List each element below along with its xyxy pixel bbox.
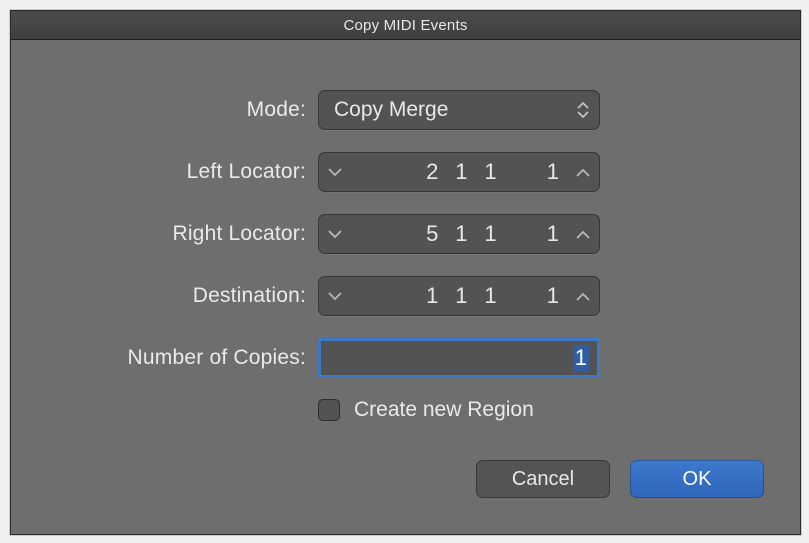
destination-increment[interactable] xyxy=(566,276,600,316)
dialog-content: Mode: Copy Merge Left Locator: 2 1 xyxy=(11,40,800,498)
destination-stepper[interactable]: 1 1 1 1 xyxy=(318,276,600,316)
right-locator-stepper[interactable]: 5 1 1 1 xyxy=(318,214,600,254)
create-new-region-checkbox[interactable] xyxy=(318,399,340,421)
left-locator-decrement[interactable] xyxy=(318,152,352,192)
right-locator-tick: 1 xyxy=(532,221,560,247)
chevron-up-icon xyxy=(576,292,590,301)
ok-button-label: OK xyxy=(683,468,712,491)
titlebar: Copy MIDI Events xyxy=(11,11,800,40)
chevron-down-icon xyxy=(328,168,342,177)
destination-beat: 1 xyxy=(451,283,473,309)
right-locator-bar: 5 xyxy=(422,221,444,247)
row-create-new-region: Create new Region xyxy=(318,398,800,422)
label-destination: Destination: xyxy=(11,284,318,308)
mode-value: Copy Merge xyxy=(334,98,448,122)
button-row: Cancel OK xyxy=(11,460,800,498)
label-number-of-copies: Number of Copies: xyxy=(11,346,318,370)
right-locator-decrement[interactable] xyxy=(318,214,352,254)
left-locator-beat: 1 xyxy=(451,159,473,185)
label-right-locator: Right Locator: xyxy=(11,222,318,246)
destination-value[interactable]: 1 1 1 1 xyxy=(352,283,566,309)
right-locator-value[interactable]: 5 1 1 1 xyxy=(352,221,566,247)
destination-tick: 1 xyxy=(532,283,560,309)
right-locator-increment[interactable] xyxy=(566,214,600,254)
left-locator-bar: 2 xyxy=(422,159,444,185)
chevron-down-icon xyxy=(328,292,342,301)
right-locator-beat: 1 xyxy=(451,221,473,247)
updown-arrows-icon xyxy=(576,100,590,120)
left-locator-stepper[interactable]: 2 1 1 1 xyxy=(318,152,600,192)
create-new-region-label: Create new Region xyxy=(354,398,534,422)
dialog-window: Copy MIDI Events Mode: Copy Merge Left L… xyxy=(10,10,801,535)
row-right-locator: Right Locator: 5 1 1 1 xyxy=(11,214,800,254)
row-left-locator: Left Locator: 2 1 1 1 xyxy=(11,152,800,192)
cancel-button-label: Cancel xyxy=(512,468,574,491)
destination-decrement[interactable] xyxy=(318,276,352,316)
row-destination: Destination: 1 1 1 1 xyxy=(11,276,800,316)
row-mode: Mode: Copy Merge xyxy=(11,90,800,130)
left-locator-division: 1 xyxy=(480,159,502,185)
label-left-locator: Left Locator: xyxy=(11,160,318,184)
chevron-down-icon xyxy=(328,230,342,239)
window-title: Copy MIDI Events xyxy=(343,17,467,34)
destination-bar: 1 xyxy=(422,283,444,309)
left-locator-value[interactable]: 2 1 1 1 xyxy=(352,159,566,185)
left-locator-tick: 1 xyxy=(532,159,560,185)
number-of-copies-value: 1 xyxy=(573,345,589,371)
destination-division: 1 xyxy=(480,283,502,309)
label-mode: Mode: xyxy=(11,98,318,122)
mode-popup[interactable]: Copy Merge xyxy=(318,90,600,130)
cancel-button[interactable]: Cancel xyxy=(476,460,610,498)
chevron-up-icon xyxy=(576,168,590,177)
row-number-of-copies: Number of Copies: 1 xyxy=(11,338,800,378)
chevron-up-icon xyxy=(576,230,590,239)
number-of-copies-field[interactable]: 1 xyxy=(318,338,600,378)
left-locator-increment[interactable] xyxy=(566,152,600,192)
right-locator-division: 1 xyxy=(480,221,502,247)
ok-button[interactable]: OK xyxy=(630,460,764,498)
